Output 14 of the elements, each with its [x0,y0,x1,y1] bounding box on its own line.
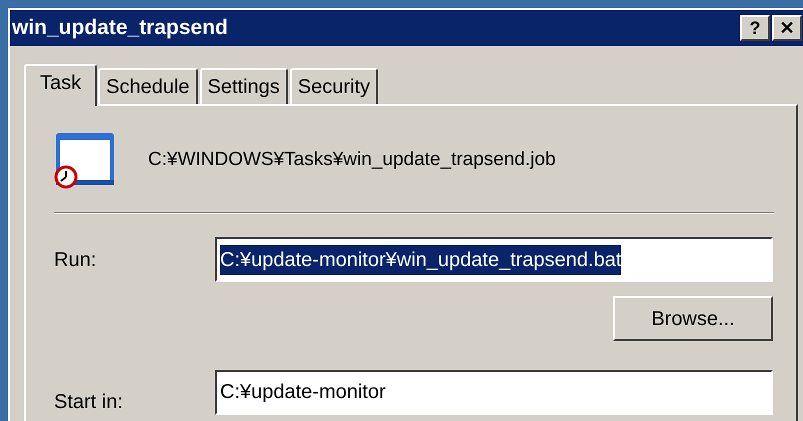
window-title: win_update_trapsend [12,15,229,42]
tab[interactable]: Task [24,64,98,106]
job-file-path: C:¥WINDOWS¥Tasks¥win_update_trapsend.job [148,148,556,172]
browse-button[interactable]: Browse... [613,296,773,341]
scheduled-window-clock-icon [54,131,116,189]
tab[interactable]: Schedule [98,68,198,104]
run-label: Run: [54,248,98,272]
run-field[interactable]: C:¥update-monitor¥win_update_trapsend.bat [215,237,773,282]
start-in-label: Start in: [54,390,124,415]
help-button[interactable]: ? [740,15,770,41]
start-in-field[interactable]: C:¥update-monitor [215,370,773,414]
tab[interactable]: Settings [200,68,288,104]
close-button[interactable]: ✕ [772,15,802,41]
tab[interactable]: Security [290,68,378,104]
